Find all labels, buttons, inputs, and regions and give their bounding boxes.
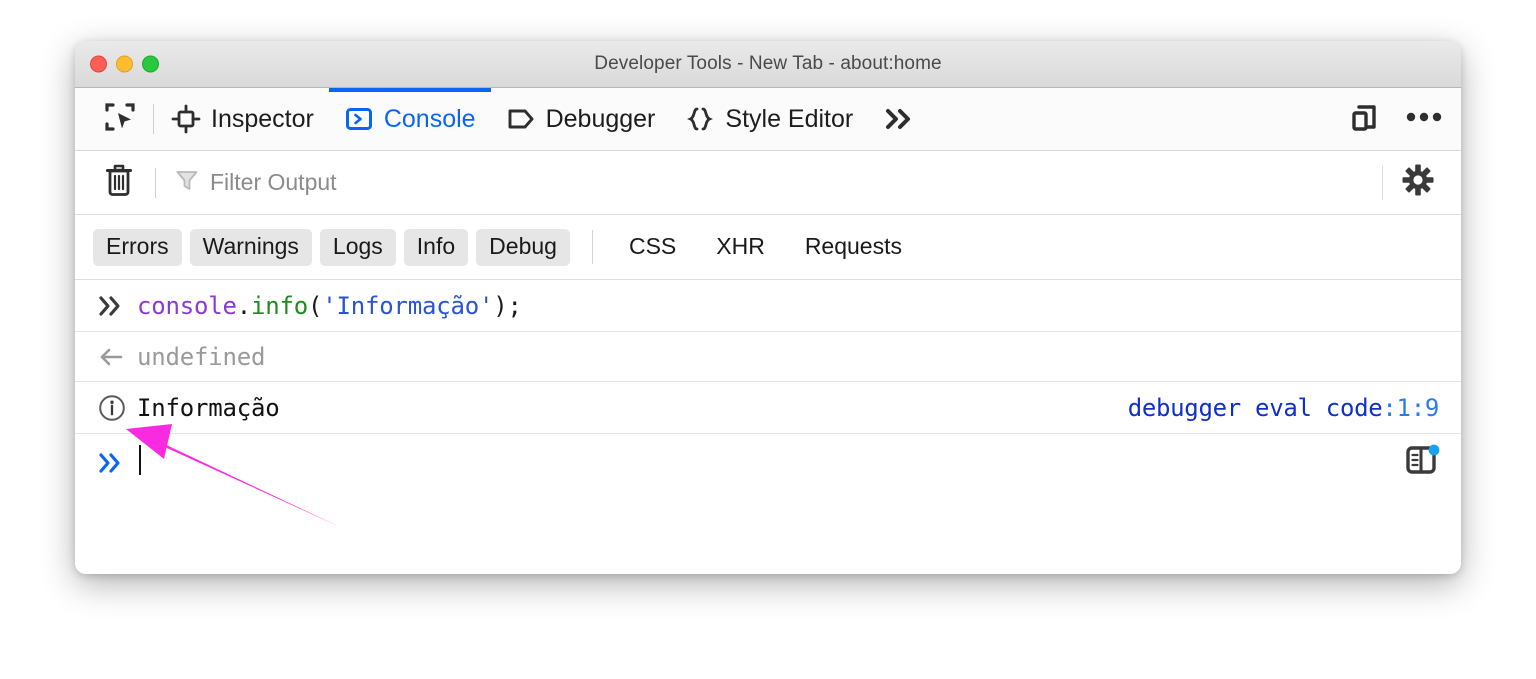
code-token-lparen: ( <box>308 291 323 320</box>
element-picker-icon <box>103 100 137 139</box>
chevron-double-right-icon <box>882 104 916 134</box>
tab-console[interactable]: Console <box>328 88 491 150</box>
close-window-button[interactable] <box>90 55 107 73</box>
filter-pill-css[interactable]: CSS <box>613 229 692 266</box>
console-info-message: Informação <box>137 393 280 422</box>
tab-label-console: Console <box>383 104 476 133</box>
source-position-label: :1:9 <box>1382 393 1439 422</box>
devtools-window: Developer Tools - New Tab - about:home I… <box>75 41 1461 574</box>
filter-pills-divider <box>591 230 593 264</box>
filter-pill-info[interactable]: Info <box>403 228 469 266</box>
window-title: Developer Tools - New Tab - about:home <box>594 53 942 74</box>
style-editor-icon <box>685 104 715 134</box>
code-token-dot: . <box>236 291 251 320</box>
console-empty-area <box>75 492 1461 574</box>
console-message-source[interactable]: debugger eval code:1:9 <box>1128 394 1461 422</box>
filter-pill-warnings[interactable]: Warnings <box>189 228 312 266</box>
console-input-code: console.info('Informação'); <box>137 292 522 320</box>
console-row-return: undefined <box>75 332 1461 382</box>
responsive-design-mode-button[interactable] <box>1345 98 1383 141</box>
funnel-icon <box>174 167 200 198</box>
split-console-button[interactable] <box>1403 442 1461 484</box>
code-token-object: console <box>137 291 237 320</box>
devtools-more-options-button[interactable] <box>1405 110 1443 128</box>
tab-label-debugger: Debugger <box>545 104 656 133</box>
more-options-icon <box>1405 110 1443 127</box>
info-circle-icon <box>97 393 137 423</box>
source-file-label: debugger eval code <box>1127 393 1383 422</box>
filter-pill-errors[interactable]: Errors <box>93 228 182 266</box>
console-return-value: undefined <box>137 342 266 371</box>
filter-pill-logs[interactable]: Logs <box>319 228 396 266</box>
filter-pill-debug[interactable]: Debug <box>476 228 570 266</box>
tab-debugger[interactable]: Debugger <box>491 88 671 150</box>
filter-output-input[interactable]: Filter Output <box>166 167 1382 198</box>
devtools-tabbar: Inspector Console Debugger Style Editor <box>75 88 1461 151</box>
console-filter-toolbar: Filter Output <box>75 151 1461 215</box>
screenshot-stage: Developer Tools - New Tab - about:home I… <box>0 0 1536 679</box>
split-console-icon <box>1403 442 1441 484</box>
console-output: console.info('Informação'); undefined In… <box>75 280 1461 574</box>
filter-toolbar-divider <box>155 167 156 198</box>
tab-inspector[interactable]: Inspector <box>156 88 329 150</box>
responsive-design-mode-icon <box>1345 104 1383 140</box>
code-token-semicolon: ; <box>507 291 522 320</box>
trash-icon <box>103 162 135 203</box>
input-marker-icon <box>97 293 137 319</box>
console-filter-pills: Errors Warnings Logs Info Debug CSS XHR … <box>75 215 1461 280</box>
prompt-chevron-icon <box>97 450 137 476</box>
console-prompt-input[interactable] <box>137 445 141 481</box>
arrow-left-icon <box>97 344 137 370</box>
gear-icon <box>1401 163 1435 202</box>
code-token-method: info <box>251 291 308 320</box>
console-icon <box>344 104 374 134</box>
filter-pill-xhr[interactable]: XHR <box>700 229 781 266</box>
console-row-info[interactable]: Informação debugger eval code:1:9 <box>75 382 1461 434</box>
traffic-light-group <box>90 55 159 73</box>
clear-console-button[interactable] <box>93 162 145 203</box>
console-settings-button[interactable] <box>1382 163 1453 202</box>
console-row-input[interactable]: console.info('Informação'); <box>75 280 1461 332</box>
text-caret <box>139 445 141 475</box>
code-token-string: 'Informação' <box>322 291 494 320</box>
filter-pill-requests[interactable]: Requests <box>789 229 918 266</box>
console-row-prompt[interactable] <box>75 434 1461 492</box>
tab-label-inspector: Inspector <box>211 104 314 133</box>
tabs-overflow-button[interactable] <box>868 88 930 150</box>
window-titlebar: Developer Tools - New Tab - about:home <box>75 41 1461 88</box>
debugger-icon <box>506 104 536 134</box>
code-token-rparen: ) <box>493 291 508 320</box>
minimize-window-button[interactable] <box>116 55 133 73</box>
filter-output-placeholder: Filter Output <box>210 169 337 195</box>
zoom-window-button[interactable] <box>142 55 159 73</box>
inspector-icon <box>171 104 201 134</box>
tab-style-editor[interactable]: Style Editor <box>670 88 868 150</box>
toolbar-divider <box>153 104 154 134</box>
element-picker-button[interactable] <box>89 88 151 150</box>
tab-label-style-editor: Style Editor <box>725 104 854 133</box>
